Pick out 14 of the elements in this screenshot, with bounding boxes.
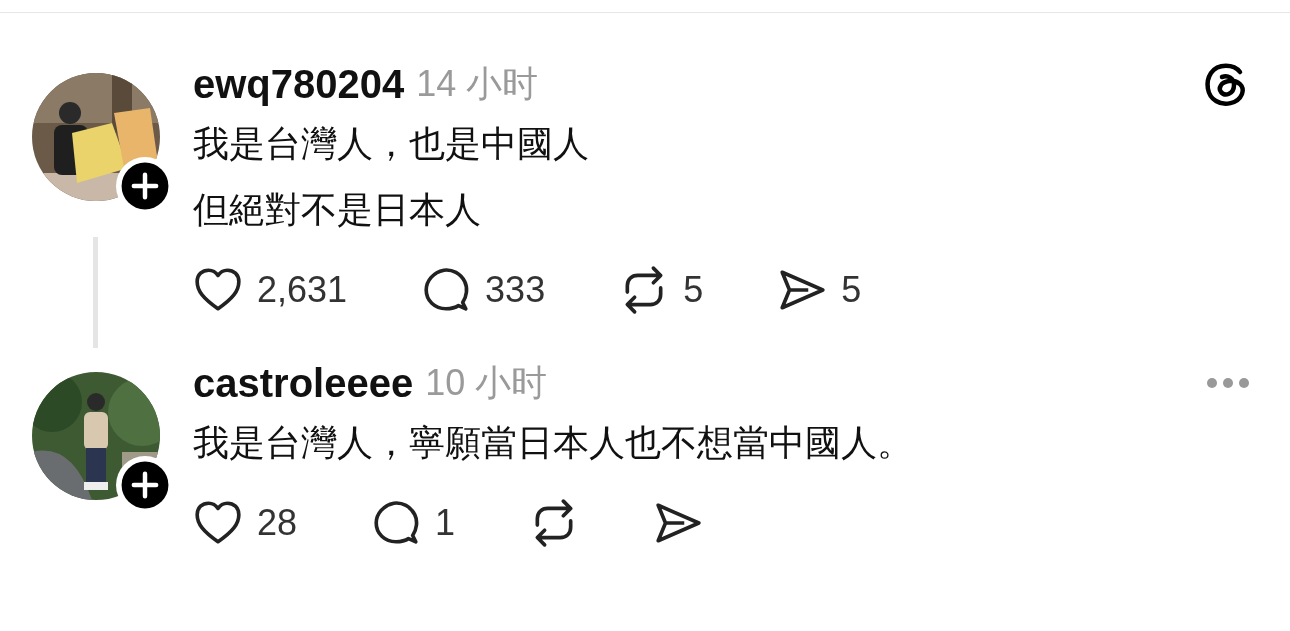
action-count: 28 [257, 502, 298, 544]
action-count: 2,631 [257, 269, 348, 311]
post-text: 我是台灣人，也是中國人 [193, 122, 590, 166]
action-count: 1 [435, 502, 456, 544]
action-count: 5 [841, 269, 862, 311]
username[interactable]: castroleeee [193, 360, 414, 406]
post-text: 我是台灣人，寧願當日本人也不想當中國人。 [193, 421, 914, 465]
post-time: 10 小时 [425, 360, 548, 405]
post-time: 14 小时 [416, 61, 539, 106]
more-options-icon[interactable] [1206, 377, 1250, 389]
action-count: 333 [485, 269, 546, 311]
action-count: 5 [683, 269, 704, 311]
post-text: 但絕對不是日本人 [193, 188, 482, 232]
username[interactable]: ewq780204 [193, 61, 405, 107]
